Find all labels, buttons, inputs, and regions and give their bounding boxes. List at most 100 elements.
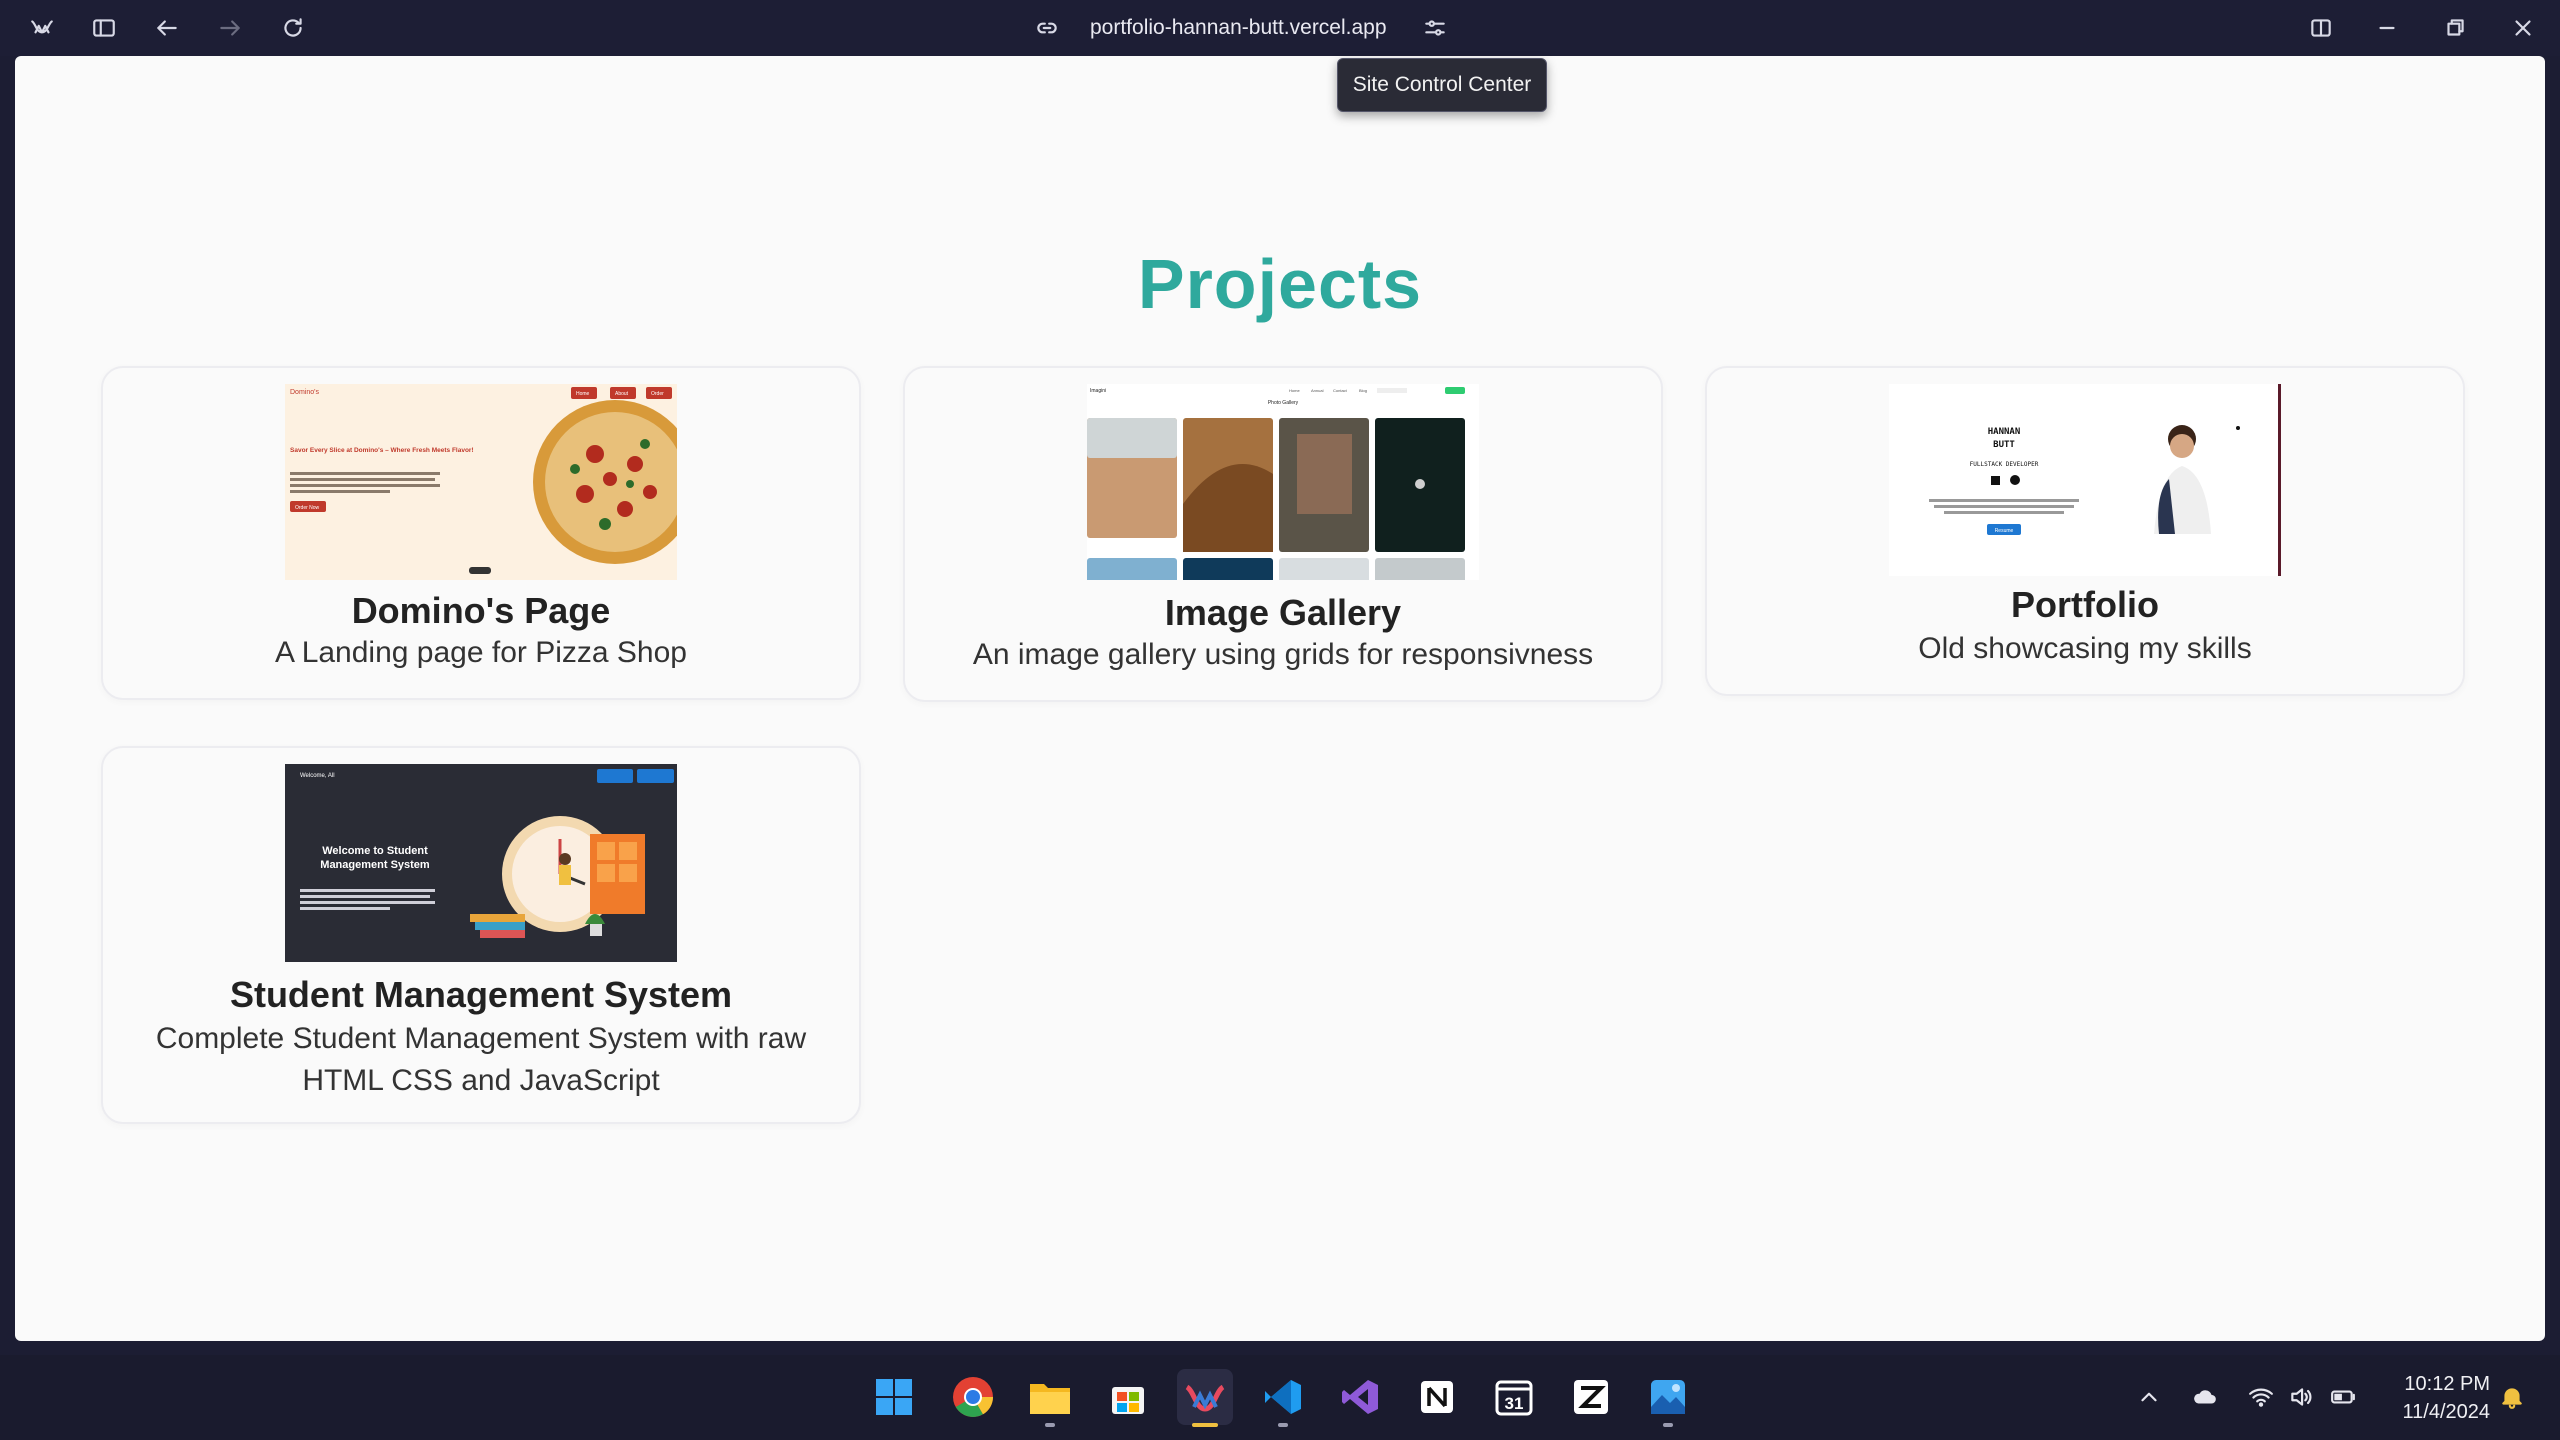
gallery-photo-city-sky [1087, 418, 1177, 458]
dominos-thumb-body-line [290, 484, 440, 487]
photos-icon[interactable] [1640, 1369, 1696, 1427]
link-icon[interactable] [1031, 12, 1063, 44]
project-title: Student Management System [229, 974, 733, 1015]
portfolio-thumb-bio-line [1934, 505, 2074, 508]
dominos-thumb-body-line [290, 490, 390, 493]
dominos-thumb-slider-dots [469, 567, 491, 574]
browser-logo-icon[interactable] [26, 12, 58, 44]
project-title: Image Gallery [1164, 592, 1402, 633]
site-controls-icon[interactable] [1419, 12, 1451, 44]
system-clock[interactable]: 10:12 PM 11/4/2024 [2370, 1370, 2491, 1426]
running-indicator [1278, 1423, 1288, 1427]
gallery-thumb-nav-contact: Contact [1333, 388, 1348, 393]
battery-icon[interactable] [2328, 1382, 2358, 1412]
dominos-thumb-body-line [290, 478, 435, 481]
zed-icon[interactable] [1563, 1369, 1619, 1425]
gallery-photo-sea [1087, 558, 1177, 580]
visual-studio-icon[interactable] [1332, 1369, 1388, 1425]
dominos-thumb-headline: Savor Every Slice at Domino's – Where Fr… [290, 447, 474, 454]
close-icon[interactable] [2507, 12, 2539, 44]
store-icon[interactable] [1100, 1369, 1156, 1425]
sms-thumb-button [597, 769, 633, 783]
sms-thumb-button [637, 769, 674, 783]
linkedin-icon [1991, 476, 2000, 485]
project-card-dominos[interactable]: Domino's Home About Order Savor Every Sl… [101, 366, 861, 700]
dominos-thumb-cta: Order Now [295, 505, 320, 511]
browser-icon[interactable] [1177, 1369, 1233, 1427]
reload-icon[interactable] [277, 12, 309, 44]
taskbar: 31 10:12 PM 11/4/2024 [0, 1355, 2560, 1440]
address-bar-url[interactable]: portfolio-hannan-butt.vercel.app [1090, 13, 1387, 43]
portfolio-thumb-name-line2: BUTT [1993, 440, 2015, 450]
gallery-thumb-nav-annual: Annual [1311, 388, 1324, 393]
back-icon[interactable] [151, 12, 183, 44]
dominos-thumb-nav-home: Home [576, 391, 590, 397]
dominos-thumbnail: Domino's Home About Order Savor Every Sl… [285, 384, 677, 580]
sms-thumb-headline: Welcome to Student Management System [320, 845, 430, 871]
running-indicator [1192, 1423, 1218, 1427]
restore-icon[interactable] [2439, 12, 2471, 44]
project-description: Complete Student Management System with … [155, 1022, 807, 1097]
split-view-icon[interactable] [2305, 12, 2337, 44]
sms-thumb-body-line [300, 907, 390, 910]
project-card-portfolio[interactable]: HANNAN BUTT FULLSTACK DEVELOPER Resume P… [1705, 366, 2465, 696]
sms-thumbnail: Welcome, All Welcome to Student Manageme… [285, 764, 677, 962]
portfolio-thumb-bio-line [1944, 511, 2064, 514]
sms-thumb-body-line [300, 901, 435, 904]
sms-thumb-greeting: Welcome, All [300, 773, 335, 779]
gallery-thumb-button [1445, 387, 1465, 394]
running-indicator [1045, 1423, 1055, 1427]
project-description: An image gallery using grids for respons… [972, 638, 1594, 671]
sms-thumb-body-line [300, 889, 435, 892]
gallery-photo-moon [1415, 479, 1425, 489]
onedrive-icon[interactable] [2190, 1382, 2220, 1412]
show-hidden-icons-icon[interactable] [2134, 1382, 2164, 1412]
portfolio-thumb-name-line1: HANNAN [1988, 427, 2021, 437]
portfolio-thumb-role: FULLSTACK DEVELOPER [1970, 461, 2039, 468]
gallery-photo-street-detail [1297, 434, 1352, 514]
page-title: Projects [1137, 245, 1423, 323]
project-card-image-gallery[interactable]: Imagini Home Annual Contact Blog Photo G… [903, 366, 1663, 702]
sms-thumb-body-line [300, 895, 430, 898]
vscode-icon[interactable] [1255, 1369, 1311, 1427]
calendar-icon[interactable]: 31 [1486, 1369, 1542, 1425]
gallery-thumb-nav-home: Home [1289, 388, 1300, 393]
dominos-thumb-nav-order: Order [651, 391, 664, 397]
chrome-icon[interactable] [945, 1369, 1001, 1425]
gallery-thumb-search-box [1377, 388, 1407, 393]
project-title: Portfolio [2011, 584, 2159, 625]
portfolio-thumb-button: Resume [1995, 528, 2014, 534]
project-description: A Landing page for Pizza Shop [275, 636, 687, 669]
gallery-photo-mist [1375, 558, 1465, 580]
gallery-photo-mountain [1279, 558, 1369, 580]
project-card-student-management[interactable]: Welcome, All Welcome to Student Manageme… [101, 746, 861, 1124]
gallery-thumbnail: Imagini Home Annual Contact Blog Photo G… [1087, 384, 1479, 580]
dominos-thumb-brand: Domino's [290, 389, 319, 396]
clock-date: 11/4/2024 [2402, 1401, 2491, 1423]
forward-icon[interactable] [214, 12, 246, 44]
portfolio-thumb-bio-line [1929, 499, 2079, 502]
dominos-thumb-nav-about: About [615, 391, 629, 397]
site-control-tooltip: Site Control Center [1337, 58, 1547, 112]
portfolio-thumb-decoration [2236, 426, 2240, 430]
gallery-thumb-brand: Imagini [1090, 388, 1106, 394]
portfolio-thumbnail: HANNAN BUTT FULLSTACK DEVELOPER Resume [1889, 384, 2281, 576]
gallery-thumb-heading: Photo Gallery [1268, 400, 1299, 406]
browser-titlebar: portfolio-hannan-butt.vercel.app [0, 0, 2560, 56]
github-icon [2010, 475, 2020, 485]
portfolio-thumb-edge [2278, 384, 2281, 576]
start-icon[interactable] [866, 1369, 922, 1425]
dominos-thumb-body-line [290, 472, 440, 475]
gallery-photo-ocean [1183, 558, 1273, 580]
clock-time: 10:12 PM [2404, 1373, 2490, 1395]
wifi-icon[interactable] [2246, 1382, 2276, 1412]
file-explorer-icon[interactable] [1022, 1369, 1078, 1427]
notification-bell-icon[interactable] [2497, 1382, 2527, 1412]
running-indicator [1663, 1423, 1673, 1427]
volume-icon[interactable] [2286, 1382, 2316, 1412]
notion-icon[interactable] [1409, 1369, 1465, 1425]
sidebar-toggle-icon[interactable] [88, 12, 120, 44]
page-viewport: Projects Domino's Home About Order Savor… [15, 56, 2545, 1341]
minimize-icon[interactable] [2371, 12, 2403, 44]
gallery-thumb-nav-blog: Blog [1359, 388, 1367, 393]
